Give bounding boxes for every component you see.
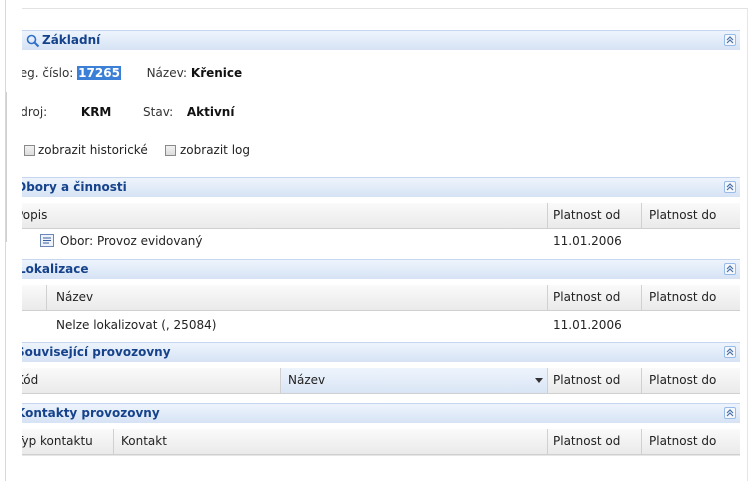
column-separator[interactable] [641, 203, 642, 228]
column-header-platnost-od[interactable]: Platnost od [553, 285, 620, 310]
column-header-platnost-od[interactable]: Platnost od [553, 429, 620, 454]
lokalizace-grid-header: Název Platnost od Platnost do [22, 285, 740, 311]
collapse-lokalizace-button[interactable] [724, 263, 736, 275]
collapse-basic-button[interactable] [724, 34, 736, 46]
column-header-nazev[interactable]: Název [288, 368, 325, 393]
lokalizace-cell-nazev: Nelze lokalizovat (, 25084) [56, 318, 217, 332]
column-separator[interactable] [641, 368, 642, 393]
column-separator[interactable] [547, 285, 548, 310]
column-header-platnost-do[interactable]: Platnost do [649, 285, 716, 310]
show-log-label[interactable]: zobrazit log [180, 143, 250, 157]
column-header-kod[interactable]: Kód [22, 368, 38, 393]
column-header-platnost-do[interactable]: Platnost do [649, 203, 716, 228]
section-header-kontakty[interactable]: Kontakty provozovny [22, 403, 740, 423]
section-title-obory: Obory a činnosti [22, 180, 127, 194]
window-left-notch [0, 92, 7, 242]
column-separator[interactable] [547, 368, 548, 393]
double-chevron-up-icon [726, 409, 734, 417]
show-history-label[interactable]: zobrazit historické [38, 143, 148, 157]
column-header-kontakt[interactable]: Kontakt [121, 429, 167, 454]
section-title-souvisejici: Související provozovny [22, 345, 171, 359]
sort-down-icon[interactable] [535, 378, 543, 383]
collapse-kontakty-button[interactable] [724, 407, 736, 419]
source-value: KRM [80, 105, 112, 119]
double-chevron-up-icon [726, 36, 734, 44]
list-row-icon [40, 234, 54, 247]
column-header-nazev[interactable]: Název [56, 285, 93, 310]
obory-cell-popis: Obor: Provoz evidovaný [60, 234, 203, 248]
column-header-platnost-od[interactable]: Platnost od [553, 203, 620, 228]
column-header-platnost-do[interactable]: Platnost do [649, 429, 716, 454]
reg-number-value[interactable]: 17265 [77, 66, 121, 80]
column-header-typ-kontaktu[interactable]: Typ kontaktu [22, 429, 93, 454]
name-value: Křenice [190, 66, 243, 80]
show-log-checkbox[interactable] [165, 145, 176, 156]
column-separator[interactable] [641, 285, 642, 310]
section-header-basic[interactable]: Základní [22, 30, 740, 50]
column-separator[interactable] [113, 429, 114, 454]
lokalizace-cell-platnost-od: 11.01.2006 [553, 318, 622, 332]
search-icon [26, 34, 40, 48]
column-separator[interactable] [46, 285, 47, 310]
section-title-basic: Základní [42, 33, 101, 47]
collapse-obory-button[interactable] [724, 181, 736, 193]
table-row[interactable]: Nelze lokalizovat (, 25084) 11.01.2006 [22, 314, 740, 336]
column-header-platnost-do[interactable]: Platnost do [649, 368, 716, 393]
detail-panel: Základní Reg. číslo: 17265 Název: Křenic… [22, 30, 740, 460]
reg-number-row: Reg. číslo: 17265 Název: Křenice [22, 66, 242, 80]
source-row: Zdroj: KRM Stav: Aktivní [22, 105, 234, 119]
column-header-platnost-od[interactable]: Platnost od [553, 368, 620, 393]
double-chevron-up-icon [726, 265, 734, 273]
obory-grid-header: Popis Platnost od Platnost do [22, 203, 740, 229]
section-header-obory[interactable]: Obory a činnosti [22, 177, 740, 197]
section-title-kontakty: Kontakty provozovny [22, 406, 160, 420]
column-separator[interactable] [547, 203, 548, 228]
column-header-popis[interactable]: Popis [22, 203, 47, 228]
name-label: Název: [146, 66, 188, 80]
state-label: Stav: [143, 105, 174, 119]
reg-number-label: Reg. číslo: [22, 66, 74, 80]
section-header-souvisejici[interactable]: Související provozovny [22, 342, 740, 362]
souvisejici-grid-header: Kód Název Platnost od Platnost do [22, 368, 740, 394]
section-title-lokalizace: Lokalizace [22, 262, 89, 276]
state-value: Aktivní [186, 105, 235, 119]
double-chevron-up-icon [726, 348, 734, 356]
kontakty-grid-header: Typ kontaktu Kontakt Platnost od Platnos… [22, 429, 740, 455]
section-header-lokalizace[interactable]: Lokalizace [22, 259, 740, 279]
window-top-border [22, 8, 748, 9]
obory-cell-platnost-od: 11.01.2006 [553, 234, 622, 248]
show-history-checkbox[interactable] [24, 145, 35, 156]
window-right-border [747, 8, 748, 481]
collapse-souvisejici-button[interactable] [724, 346, 736, 358]
table-row[interactable]: Obor: Provoz evidovaný 11.01.2006 [22, 230, 740, 252]
column-separator[interactable] [547, 429, 548, 454]
column-separator[interactable] [641, 429, 642, 454]
double-chevron-up-icon [726, 183, 734, 191]
source-label: Zdroj: [22, 105, 48, 119]
